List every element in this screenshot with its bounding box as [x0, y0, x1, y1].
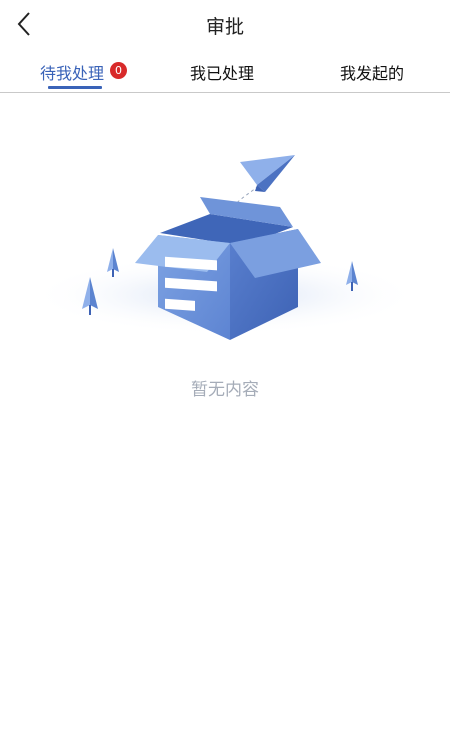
- tab-initiated[interactable]: 我发起的: [340, 52, 420, 92]
- pending-count-badge: 0: [110, 62, 127, 79]
- tab-initiated-label: 我发起的: [340, 64, 405, 83]
- empty-state-message: 暂无内容: [191, 380, 259, 400]
- page-title: 审批: [205, 16, 244, 38]
- active-tab-indicator: [48, 86, 102, 89]
- paper-plane: [240, 155, 295, 192]
- tab-bar: 待我处理 0 我已处理 我发起的: [0, 52, 450, 93]
- tab-processed-label: 我已处理: [190, 64, 255, 83]
- empty-box-illustration: [25, 145, 425, 345]
- tab-processed[interactable]: 我已处理: [190, 52, 270, 92]
- tab-pending[interactable]: 待我处理 0: [40, 52, 135, 92]
- header: 审批: [0, 0, 450, 48]
- tab-pending-label: 待我处理: [40, 64, 105, 83]
- approval-screen: 审批 待我处理 0 我已处理 我发起的 暂无内容: [0, 0, 450, 750]
